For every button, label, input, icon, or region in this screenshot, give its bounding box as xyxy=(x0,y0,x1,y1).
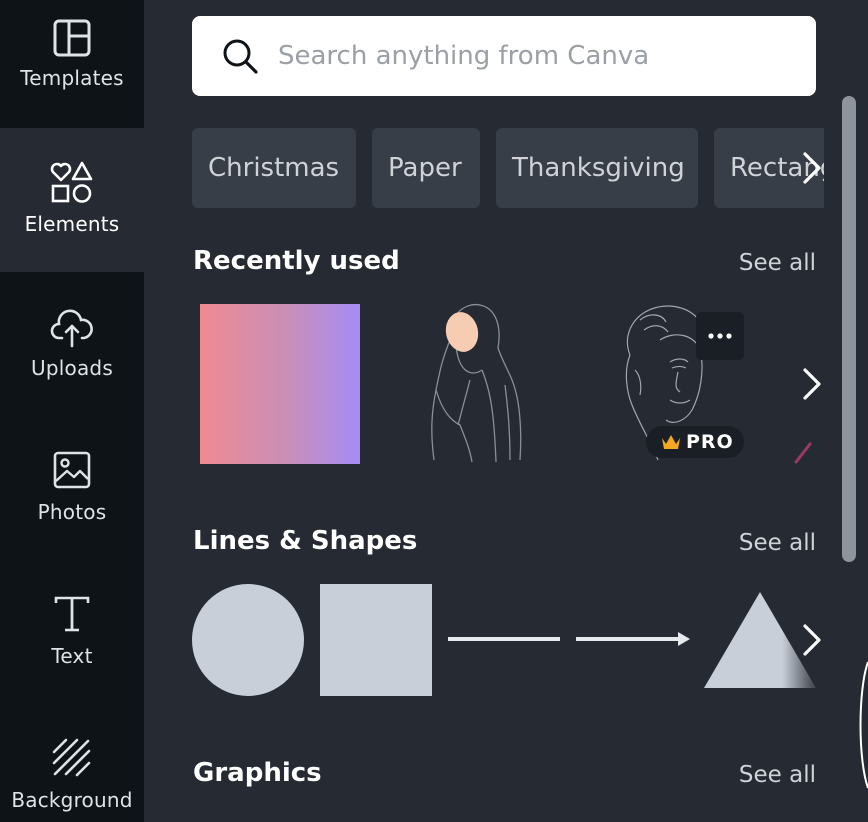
see-all-recently-used[interactable]: See all xyxy=(739,250,816,276)
shape-arrow-line[interactable] xyxy=(576,628,690,650)
chevron-right-icon[interactable] xyxy=(798,364,824,404)
chip-thanksgiving[interactable]: Thanksgiving xyxy=(496,128,698,208)
section-title-graphics: Graphics xyxy=(193,758,322,788)
sidebar-item-label: Templates xyxy=(20,66,124,90)
sidebar-item-label: Photos xyxy=(37,500,107,524)
sidebar-item-text[interactable]: Text xyxy=(0,560,144,704)
sidebar: Templates Elements Uploads Photos Text B… xyxy=(0,0,144,822)
shape-line[interactable] xyxy=(448,637,560,641)
shape-square[interactable] xyxy=(320,584,432,696)
chevron-right-icon[interactable] xyxy=(796,148,826,188)
see-all-lines-shapes[interactable]: See all xyxy=(739,530,816,556)
suggestion-chips: Christmas Paper Thanksgiving Rectangle xyxy=(192,128,824,208)
search-input[interactable] xyxy=(278,34,798,78)
more-options-button[interactable] xyxy=(696,312,744,360)
image-icon xyxy=(53,451,91,489)
recent-partial-item[interactable] xyxy=(794,438,816,466)
sidebar-item-photos[interactable]: Photos xyxy=(0,416,144,560)
sidebar-item-background[interactable]: Background xyxy=(0,704,144,822)
pro-label: PRO xyxy=(686,431,734,453)
sidebar-item-elements[interactable]: Elements xyxy=(0,128,144,272)
text-icon xyxy=(54,596,90,632)
edge-decoration xyxy=(859,661,868,789)
upload-cloud-icon xyxy=(50,309,93,348)
sidebar-item-label: Background xyxy=(11,788,133,812)
shape-circle[interactable] xyxy=(192,584,304,696)
chip-paper[interactable]: Paper xyxy=(372,128,480,208)
elements-icon xyxy=(50,161,93,203)
section-title-lines-shapes: Lines & Shapes xyxy=(193,526,418,556)
search-bar[interactable] xyxy=(192,16,816,96)
sidebar-item-templates[interactable]: Templates xyxy=(0,0,144,128)
section-title-recently-used: Recently used xyxy=(193,246,400,276)
scrollbar-thumb[interactable] xyxy=(842,96,856,562)
pro-badge: PRO xyxy=(646,426,744,458)
chevron-right-icon[interactable] xyxy=(798,620,824,660)
templates-icon xyxy=(53,19,91,57)
sidebar-item-label: Text xyxy=(51,644,93,668)
more-dots-icon xyxy=(708,333,732,339)
sidebar-item-label: Uploads xyxy=(31,356,113,380)
background-stripes-icon xyxy=(52,738,91,777)
crown-icon xyxy=(662,435,680,449)
recent-gradient-square[interactable] xyxy=(200,304,360,464)
chip-christmas[interactable]: Christmas xyxy=(192,128,356,208)
sidebar-item-uploads[interactable]: Uploads xyxy=(0,272,144,416)
recent-hijab-illustration[interactable] xyxy=(410,300,535,470)
see-all-graphics[interactable]: See all xyxy=(739,762,816,788)
sidebar-item-label: Elements xyxy=(24,212,120,236)
search-icon xyxy=(223,39,258,74)
